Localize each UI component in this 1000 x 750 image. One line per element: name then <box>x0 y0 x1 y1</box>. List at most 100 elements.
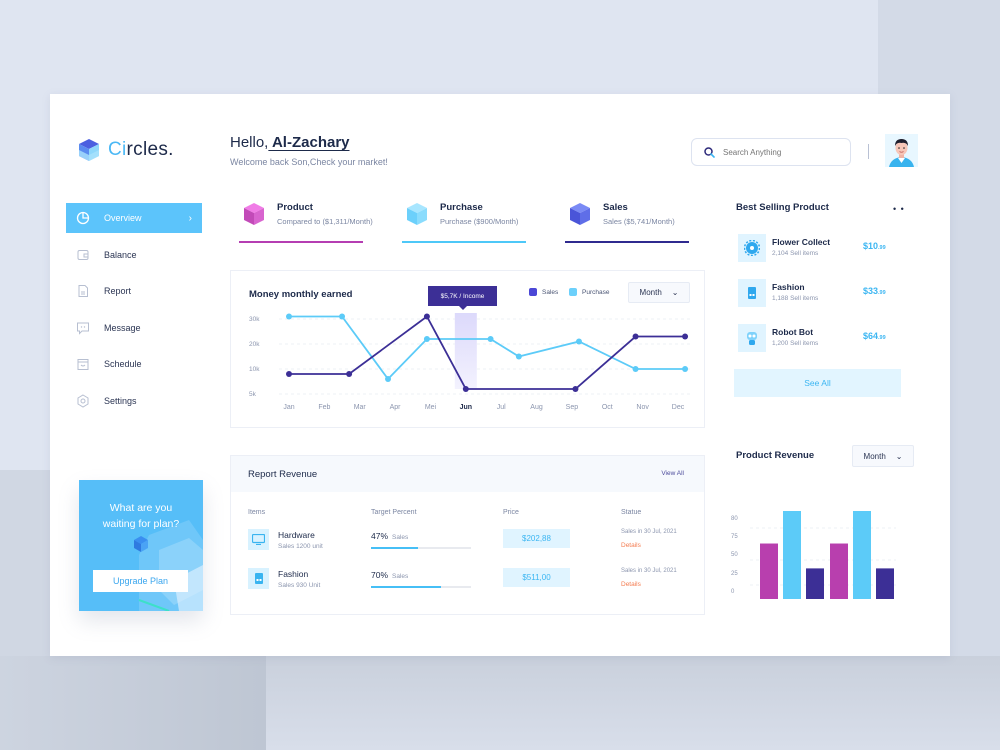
stat-underline <box>565 241 689 243</box>
robot-icon <box>738 324 766 352</box>
product-sold: 1,188 Sell items <box>772 295 819 302</box>
dashboard-window: Circles. Hello, Al-Zachary Welcome back … <box>50 94 950 656</box>
report-title: Report Revenue <box>248 469 318 480</box>
stat-underline <box>239 241 363 243</box>
table-row[interactable]: Hardware Sales 1200 unit 47% Sales $202,8… <box>231 529 704 559</box>
chevron-down-icon: ⌄ <box>895 451 903 461</box>
sidebar-item-label: Message <box>104 322 141 333</box>
data-point-sales <box>462 386 469 392</box>
y-tick-label: 75 <box>731 534 738 540</box>
stat-subtitle: Purchase ($900/Month) <box>440 217 519 226</box>
progress-fill <box>371 586 441 588</box>
sidebar-item-overview[interactable]: Overview › <box>66 203 202 233</box>
more-options-icon[interactable]: • • <box>893 204 905 214</box>
sidebar-nav: Overview › Balance Report Message Schedu… <box>66 203 202 422</box>
y-tick-label: 10k <box>249 366 260 373</box>
data-point-purchase <box>682 366 689 372</box>
y-tick-label: 5k <box>249 391 257 398</box>
greeting: Hello, Al-Zachary <box>230 134 350 151</box>
data-point-sales <box>572 386 579 392</box>
gear-icon <box>76 393 90 408</box>
data-point-purchase <box>339 313 346 320</box>
shirt-icon <box>248 568 269 589</box>
x-tick-label: Feb <box>318 404 330 411</box>
sidebar-item-settings[interactable]: Settings <box>66 386 202 416</box>
view-all-link[interactable]: View All <box>661 470 684 477</box>
column-header: Target Percent <box>371 509 417 516</box>
data-point-purchase <box>515 353 522 360</box>
see-all-button[interactable]: See All <box>734 369 901 397</box>
chevron-right-icon: › <box>188 212 192 224</box>
sidebar-item-report[interactable]: Report <box>66 276 202 306</box>
y-tick-label: 25 <box>731 571 738 577</box>
stat-title: Product <box>277 202 313 213</box>
progress-bar <box>371 586 471 588</box>
avatar[interactable] <box>885 134 918 167</box>
month-dropdown[interactable]: Month ⌄ <box>852 445 914 467</box>
column-header: Items <box>248 509 266 516</box>
product-item[interactable]: Flower Collect 2,104 Sell items $10.99 <box>738 234 918 262</box>
target-percent: 47% Sales <box>371 531 409 541</box>
chat-icon <box>76 321 90 335</box>
bar <box>876 568 894 599</box>
cube-logo-icon <box>79 139 99 161</box>
sidebar-item-message[interactable]: Message <box>66 313 202 343</box>
report-revenue-panel: Report Revenue View All Items Target Per… <box>230 455 705 615</box>
greeting-subtitle: Welcome back Son,Check your market! <box>230 157 388 167</box>
sidebar-item-label: Schedule <box>104 359 142 369</box>
search-input[interactable] <box>723 147 833 157</box>
background-panel <box>0 470 50 670</box>
status-text: Sales in 30 Jul, 2021 <box>621 568 677 574</box>
cube-icon <box>244 203 264 225</box>
user-name-link[interactable]: Al-Zachary <box>268 134 350 151</box>
product-item[interactable]: Robot Bot 1,200 Sell items $64.99 <box>738 324 918 352</box>
item-name: Fashion <box>278 569 309 579</box>
x-tick-label: Mar <box>354 404 367 411</box>
details-link[interactable]: Details <box>621 542 641 549</box>
flower-icon <box>738 234 766 262</box>
x-tick-label: Aug <box>530 404 543 411</box>
status-text: Sales in 30 Jul, 2021 <box>621 529 677 535</box>
sidebar-item-balance[interactable]: Balance <box>66 240 202 270</box>
data-point-purchase <box>385 376 392 382</box>
table-row[interactable]: Fashion Sales 930 Unit 70% Sales $511,00 … <box>231 568 704 598</box>
y-tick-label: 20k <box>249 341 260 348</box>
cube-icon <box>407 203 427 225</box>
x-tick-label: Jan <box>283 404 294 411</box>
details-link[interactable]: Details <box>621 581 641 588</box>
user-avatar-icon <box>885 134 918 167</box>
product-item[interactable]: Fashion 1,188 Sell items $33.99 <box>738 279 918 307</box>
x-tick-label: Jun <box>460 404 472 411</box>
y-tick-label: 0 <box>731 589 735 595</box>
product-price: $33.99 <box>863 286 886 296</box>
column-header: Price <box>503 509 519 516</box>
product-name: Fashion <box>772 282 805 292</box>
shirt-icon <box>738 279 766 307</box>
data-point-sales <box>286 371 292 377</box>
product-name: Flower Collect <box>772 237 831 247</box>
stat-title: Purchase <box>440 202 483 213</box>
data-point-sales <box>346 371 353 377</box>
progress-fill <box>371 547 418 549</box>
logo[interactable]: Circles. <box>78 138 174 162</box>
sidebar-item-label: Settings <box>104 395 137 406</box>
y-tick-label: 30k <box>249 316 260 323</box>
search-icon <box>704 146 715 158</box>
data-point-sales <box>632 333 639 340</box>
stat-subtitle: Sales ($5,741/Month) <box>603 217 675 226</box>
search-box[interactable] <box>691 138 851 166</box>
item-subtitle: Sales 1200 unit <box>278 543 323 550</box>
upgrade-plan-card: What are you waiting for plan? Upgrade Pl… <box>79 480 203 611</box>
money-chart-panel: Money monthly earned $5,7K / Income Sale… <box>230 270 705 428</box>
bar <box>783 511 801 599</box>
sidebar-item-schedule[interactable]: Schedule <box>66 349 202 379</box>
data-point-sales <box>682 333 689 340</box>
upgrade-plan-button[interactable]: Upgrade Plan <box>93 570 188 592</box>
document-icon <box>76 284 90 298</box>
x-tick-label: Dec <box>672 404 685 411</box>
item-subtitle: Sales 930 Unit <box>278 582 321 589</box>
data-point-purchase <box>575 338 582 345</box>
highlight-band <box>454 313 477 389</box>
stat-title: Sales <box>603 202 628 213</box>
bar-chart: 80 75 50 25 0 <box>731 511 896 599</box>
